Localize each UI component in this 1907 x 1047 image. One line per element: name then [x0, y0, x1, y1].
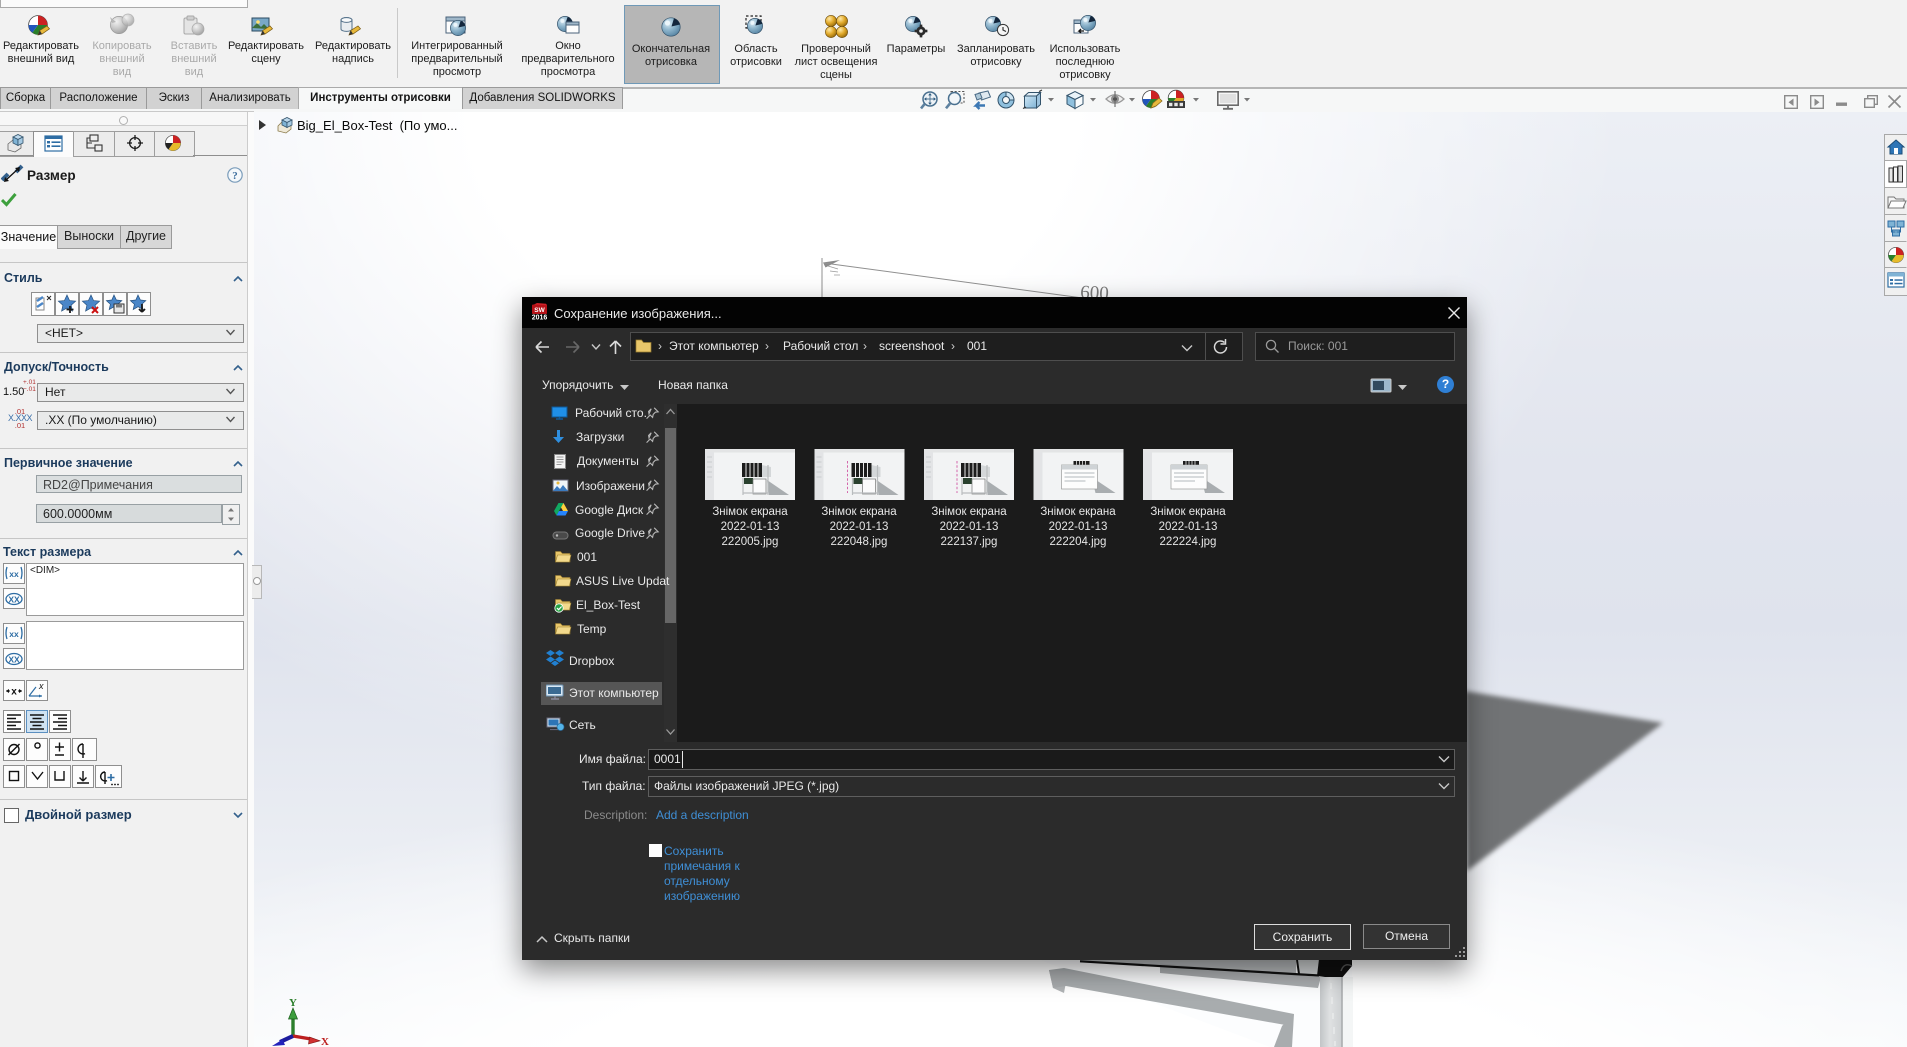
- svg-text:x: x: [11, 687, 17, 698]
- svg-text:2016: 2016: [532, 315, 548, 321]
- svg-text:SW: SW: [534, 307, 545, 314]
- svg-text:x: x: [38, 681, 44, 691]
- svg-text:Y: Y: [289, 997, 297, 1009]
- svg-text:xx: xx: [9, 569, 19, 579]
- svg-text:?: ?: [232, 170, 238, 182]
- svg-text:X: X: [321, 1036, 329, 1047]
- svg-text:XX: XX: [8, 595, 20, 605]
- svg-text:XX: XX: [8, 655, 20, 665]
- svg-text:xx: xx: [9, 629, 19, 639]
